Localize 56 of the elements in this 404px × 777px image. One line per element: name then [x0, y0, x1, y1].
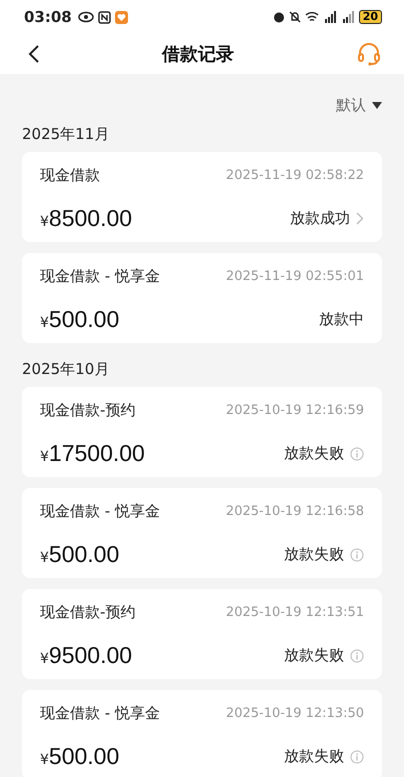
loan-amount: 8500.00	[48, 205, 132, 232]
currency-sign: ¥	[40, 752, 49, 768]
loan-name: 现金借款 - 悦享金	[40, 267, 160, 286]
loan-record-card[interactable]: 现金借款 - 悦享金 2025-10-19 12:16:58 ¥500.00 放款失败	[22, 488, 382, 578]
info-icon	[350, 750, 364, 764]
loan-record-card[interactable]: 现金借款 2025-11-19 02:58:22 ¥8500.00 放款成功	[22, 152, 382, 242]
loan-name: 现金借款-预约	[40, 603, 136, 622]
caret-down-icon	[372, 102, 382, 110]
loan-record-card[interactable]: 现金借款 - 悦享金 2025-11-19 02:55:01 ¥500.00 放款中	[22, 253, 382, 343]
loan-time: 2025-10-19 12:16:58	[226, 504, 364, 519]
signal-icon	[340, 11, 355, 23]
loan-name: 现金借款 - 悦享金	[40, 502, 160, 521]
signal-icon	[322, 11, 337, 23]
loan-record-card[interactable]: 现金借款-预约 2025-10-19 12:16:59 ¥17500.00 放款失败	[22, 387, 382, 477]
loan-time: 2025-10-19 12:13:51	[226, 605, 364, 620]
currency-sign: ¥	[40, 214, 49, 230]
loan-name: 现金借款-预约	[40, 401, 136, 420]
loan-name: 现金借款 - 悦享金	[40, 704, 160, 723]
loan-record-card[interactable]: 现金借款 - 悦享金 2025-10-19 12:13:50 ¥500.00 放款失败	[22, 690, 382, 777]
mute-bell-icon	[288, 11, 301, 23]
loan-record-card[interactable]: 现金借款-预约 2025-10-19 12:13:51 ¥9500.00 放款失败	[22, 589, 382, 679]
wifi-icon	[304, 11, 319, 23]
currency-sign: ¥	[40, 449, 49, 465]
loan-time: 2025-11-19 02:55:01	[226, 269, 364, 284]
loan-time: 2025-10-19 12:16:59	[226, 403, 364, 418]
info-icon	[350, 446, 364, 460]
loan-status: 放款失败	[284, 646, 344, 665]
back-button[interactable]	[28, 44, 40, 64]
loan-status: 放款失败	[284, 545, 344, 564]
loan-status: 放款失败	[284, 747, 344, 766]
nfc-icon	[98, 10, 111, 24]
loan-time: 2025-11-19 02:58:22	[226, 168, 364, 183]
month-heading: 2025年11月	[22, 124, 110, 145]
sort-dropdown[interactable]: 默认	[336, 96, 382, 115]
currency-sign: ¥	[40, 315, 49, 331]
loan-name: 现金借款	[40, 166, 100, 185]
currency-sign: ¥	[40, 651, 49, 667]
status-time: 03:08	[24, 8, 72, 26]
page-title: 借款记录	[162, 43, 234, 66]
chevron-right-icon	[356, 212, 364, 225]
info-icon	[350, 648, 364, 662]
battery-level: 20	[358, 10, 382, 24]
loan-time: 2025-10-19 12:13:50	[226, 706, 364, 721]
month-heading: 2025年10月	[22, 359, 110, 380]
loan-amount: 500.00	[48, 541, 120, 568]
eye-icon	[78, 11, 94, 23]
currency-sign: ¥	[40, 550, 49, 566]
heart-app-icon	[114, 10, 128, 24]
loan-status: 放款成功	[290, 209, 350, 228]
loan-status: 放款失败	[284, 444, 344, 463]
loan-amount: 17500.00	[48, 440, 145, 467]
loan-amount: 500.00	[48, 306, 120, 333]
info-icon	[350, 548, 364, 562]
loan-status: 放款中	[319, 310, 364, 329]
loan-amount: 500.00	[48, 743, 120, 770]
loan-amount: 9500.00	[48, 642, 132, 669]
